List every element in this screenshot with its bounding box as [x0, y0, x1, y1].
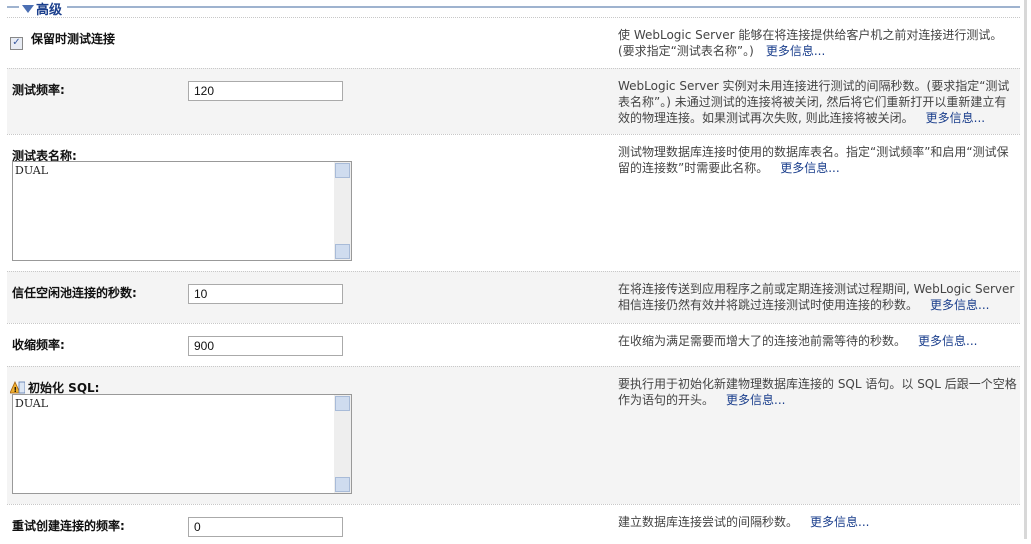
divider [7, 6, 19, 8]
label: 保留时测试连接 [31, 32, 116, 46]
row-seconds-to-trust-idle: 信任空闲池连接的秒数: 10 在将连接传送到应用程序之前或定期连接测试过程期间,… [7, 271, 1020, 323]
init-sql-textarea[interactable]: DUAL [12, 394, 352, 494]
row-test-table-name: 测试表名称: DUAL 测试物理数据库连接时使用的数据库表名。指定“测试频率”和… [7, 134, 1020, 271]
more-info-link[interactable]: 更多信息... [766, 44, 825, 58]
resize-grip-icon[interactable] [335, 477, 350, 492]
shrink-frequency-label: 收缩频率: [12, 338, 65, 352]
description: 在收缩为满足需要而增大了的连接池前需等待的秒数。 更多信息... [618, 333, 1018, 349]
seconds-to-trust-label: 信任空闲池连接的秒数: [12, 286, 137, 300]
retry-frequency-label: 重试创建连接的频率: [12, 519, 125, 533]
more-info-link[interactable]: 更多信息... [926, 111, 985, 125]
resize-grip-icon[interactable] [335, 244, 350, 259]
scrollbar[interactable] [334, 162, 351, 260]
test-on-reserve-checkbox[interactable]: ✓ [10, 37, 23, 50]
divider [67, 6, 1020, 8]
row-connection-creation-retry: 重试创建连接的频率: 0 建立数据库连接尝试的间隔秒数。 更多信息... [7, 504, 1020, 544]
description: 建立数据库连接尝试的间隔秒数。 更多信息... [618, 514, 1018, 530]
description-text: 在收缩为满足需要而增大了的连接池前需等待的秒数。 [618, 334, 907, 348]
retry-frequency-input[interactable]: 0 [188, 517, 343, 537]
description: 测试物理数据库连接时使用的数据库表名。指定“测试频率”和启用“测试保留的连接数”… [618, 144, 1018, 176]
label: 初始化 SQL: [28, 381, 100, 395]
scroll-up-button[interactable] [335, 163, 350, 178]
section-header-advanced[interactable]: 高级 [0, 0, 1020, 18]
row-init-sql: ! 初始化 SQL: DUAL 要执行用于初始化新建物理数据库连接的 SQL 语句… [7, 366, 1020, 504]
more-info-link[interactable]: 更多信息... [918, 334, 977, 348]
section-title-text: 高级 [36, 3, 63, 18]
description: 要执行用于初始化新建物理数据库连接的 SQL 语句。以 SQL 后跟一个空格作为… [618, 376, 1018, 408]
description-text: 要执行用于初始化新建物理数据库连接的 SQL 语句。以 SQL 后跟一个空格作为… [618, 377, 1017, 407]
warning-icon: ! [9, 381, 26, 394]
test-frequency-input[interactable]: 120 [188, 81, 343, 101]
scroll-up-button[interactable] [335, 396, 350, 411]
description: 使 WebLogic Server 能够在将连接提供给客户机之前对连接进行测试。… [618, 27, 1018, 59]
test-table-name-textarea[interactable]: DUAL [12, 161, 352, 261]
scrollbar[interactable] [334, 395, 351, 493]
svg-text:!: ! [14, 386, 17, 394]
description: 在将连接传送到应用程序之前或定期连接测试过程期间, WebLogic Serve… [618, 281, 1018, 313]
textarea-value: DUAL [15, 164, 48, 177]
description-text: 建立数据库连接尝试的间隔秒数。 [618, 515, 799, 529]
row-test-frequency: 测试频率: 120 WebLogic Server 实例对未用连接进行测试的间隔… [7, 68, 1020, 134]
test-on-reserve-checkbox-label[interactable]: ✓ 保留时测试连接 [10, 30, 115, 50]
textarea-value: DUAL [15, 397, 48, 410]
more-info-link[interactable]: 更多信息... [726, 393, 785, 407]
row-shrink-frequency: 收缩频率: 900 在收缩为满足需要而增大了的连接池前需等待的秒数。 更多信息..… [7, 323, 1020, 366]
section-title[interactable]: 高级 [22, 0, 62, 18]
collapse-triangle-icon[interactable] [22, 5, 34, 13]
page-scrollbar-edge [1024, 0, 1027, 539]
shrink-frequency-input[interactable]: 900 [188, 336, 343, 356]
more-info-link[interactable]: 更多信息... [810, 515, 869, 529]
row-test-connections-on-reserve: ✓ 保留时测试连接 使 WebLogic Server 能够在将连接提供给客户机之… [7, 17, 1020, 68]
test-frequency-label: 测试频率: [12, 83, 65, 97]
description: WebLogic Server 实例对未用连接进行测试的间隔秒数。(要求指定“测… [618, 78, 1018, 126]
seconds-to-trust-input[interactable]: 10 [188, 284, 343, 304]
more-info-link[interactable]: 更多信息... [780, 161, 839, 175]
more-info-link[interactable]: 更多信息... [930, 298, 989, 312]
